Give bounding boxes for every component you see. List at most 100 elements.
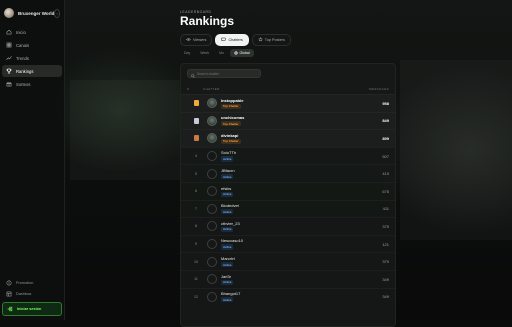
position-cell: [190, 100, 202, 107]
avatar[interactable]: [207, 291, 217, 302]
username[interactable]: Biodedvet: [221, 203, 383, 208]
ranking-tabs: Viewers Chatters Top Posters: [180, 34, 291, 46]
message-count: 121: [382, 241, 389, 247]
username[interactable]: divinkapi: [221, 133, 382, 138]
status-badge: Active: [221, 226, 234, 233]
avatar[interactable]: [207, 239, 217, 250]
period-label: Mo: [219, 51, 224, 55]
username[interactable]: unchicomas: [221, 115, 382, 120]
globe-icon: [234, 50, 238, 56]
status-badge: Active: [221, 297, 234, 303]
channel-name[interactable]: Bruxenger World: [18, 11, 54, 16]
period-global[interactable]: Global: [230, 49, 254, 57]
avatar[interactable]: [207, 256, 217, 267]
user-info: Instoppable Top Chatter: [221, 98, 382, 109]
channel-avatar[interactable]: [4, 8, 14, 18]
trend-icon: [6, 55, 12, 61]
username[interactable]: efsiks: [221, 186, 382, 191]
username[interactable]: Bhangot17: [221, 291, 382, 296]
trophy-icon: [6, 68, 12, 74]
username[interactable]: JBfacrn: [221, 168, 382, 173]
ranking-panel: # CHATTER MESSAGES InstoppableTop Chatte…: [180, 63, 396, 327]
tab-top-posters[interactable]: Top Posters: [251, 34, 291, 46]
username[interactable]: Jarl3r: [221, 274, 382, 279]
avatar[interactable]: [207, 151, 217, 162]
user-info: Nesccaso10 Active: [221, 238, 382, 250]
username[interactable]: cthvter_23: [221, 221, 382, 226]
table-row[interactable]: 6 efsiks Active 675: [181, 182, 395, 200]
table-row[interactable]: 4 SoluTTh Active 507: [181, 147, 395, 165]
row-position: 12: [194, 294, 198, 299]
tab-chatters[interactable]: Chatters: [215, 34, 249, 46]
star-icon: [258, 37, 263, 43]
message-count: 419: [382, 171, 389, 177]
tab-viewers[interactable]: Viewers: [180, 34, 213, 46]
status-badge: Active: [221, 174, 234, 180]
search-input[interactable]: [197, 71, 257, 76]
table-row[interactable]: divinkapi Top Chatter 899: [181, 129, 395, 147]
position-cell: [190, 117, 202, 124]
status-badge: Active: [221, 191, 234, 197]
sidebar-item-label: Rankings: [16, 68, 34, 74]
avatar[interactable]: [207, 186, 217, 197]
sidebar-item-promotion[interactable]: Promotion: [2, 278, 62, 288]
sidebar-item-canais[interactable]: Canais: [2, 39, 62, 51]
sidebar-footer: Promotion Dashboa Iniciar sesión: [2, 278, 62, 316]
username[interactable]: Instoppable: [221, 98, 382, 103]
layout-icon: [6, 291, 12, 297]
table-row[interactable]: 7 Biodedvet Active 411: [181, 200, 395, 218]
table-row[interactable]: 8 cthvter_23 Active 375: [181, 217, 395, 235]
search-box[interactable]: [187, 69, 261, 78]
table-row[interactable]: 12 Bhangot17 Active 349: [181, 288, 395, 306]
status-badge: Active: [221, 279, 234, 285]
avatar[interactable]: [207, 133, 217, 144]
avatar[interactable]: [207, 203, 217, 214]
avatar[interactable]: [207, 98, 217, 109]
status-badge: Top Chatter: [221, 103, 241, 109]
message-count: 958: [382, 100, 389, 106]
period-week[interactable]: Week: [196, 49, 213, 57]
sidebar-item-rankings[interactable]: Rankings: [2, 65, 62, 77]
col-score[interactable]: MESSAGES: [369, 87, 395, 91]
medal-icon: [193, 100, 199, 107]
medal-icon: [193, 135, 199, 142]
sidebar-item-dashboa[interactable]: Dashboa: [2, 289, 62, 299]
period-mo[interactable]: Mo: [215, 49, 228, 57]
position-cell: 9: [190, 242, 202, 246]
avatar[interactable]: [207, 274, 217, 285]
avatar[interactable]: [207, 168, 217, 179]
status-badge: Active: [221, 156, 234, 162]
username[interactable]: Marcrtrt: [221, 256, 382, 261]
login-label: Iniciar sesión: [17, 307, 42, 311]
period-filters: Day Week Mo Global: [180, 49, 254, 57]
table-row[interactable]: 5 JBfacrn Active 419: [181, 164, 395, 182]
login-button[interactable]: Iniciar sesión: [2, 302, 62, 316]
sidebar-item-inicio[interactable]: Inicio: [2, 26, 62, 38]
position-cell: 8: [190, 224, 202, 228]
period-day[interactable]: Day: [180, 49, 194, 57]
sidebar: Bruxenger World ‹ Inicio Canais Trends Rank…: [0, 0, 65, 320]
table-row[interactable]: Instoppable Top Chatter 958: [181, 94, 395, 112]
user-info: efsiks Active: [221, 186, 382, 197]
sidebar-item-sorteos[interactable]: Sorteos: [2, 78, 62, 90]
gift-icon: [6, 81, 12, 87]
avatar[interactable]: [207, 221, 217, 232]
grid-icon: [6, 42, 12, 48]
col-user[interactable]: CHATTER: [203, 87, 369, 91]
login-icon: [7, 306, 13, 312]
user-info: cthvter_23 Active: [221, 221, 382, 233]
sidebar-item-label: Inicio: [16, 29, 26, 35]
avatar[interactable]: [207, 115, 217, 126]
table-row[interactable]: 11 Jarl3r Active 349: [181, 270, 395, 288]
chevron-left-icon[interactable]: ‹: [54, 8, 60, 18]
username[interactable]: Nesccaso10: [221, 238, 382, 243]
table-row[interactable]: 9 Nesccaso10 Active 121: [181, 235, 395, 253]
eye-icon: [186, 37, 191, 43]
tab-label: Chatters: [228, 38, 243, 42]
username[interactable]: SoluTTh: [221, 150, 382, 155]
info-icon: [6, 280, 12, 286]
sidebar-item-trends[interactable]: Trends: [2, 52, 62, 64]
table-row[interactable]: 10 Marcrtrt Active 379: [181, 252, 395, 270]
sidebar-nav: Inicio Canais Trends Rankings Sorteos: [0, 26, 64, 90]
table-row[interactable]: unchicomas Top Chatter 849: [181, 112, 395, 130]
